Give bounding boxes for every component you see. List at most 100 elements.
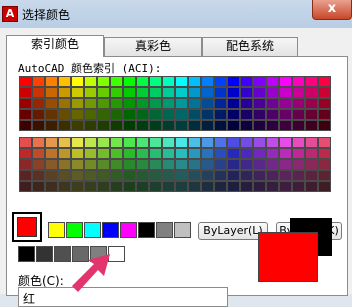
aci-swatch[interactable] [58,109,71,120]
aci-swatch[interactable] [123,137,136,148]
aci-swatch[interactable] [253,120,266,131]
tab-true-color[interactable]: 真彩色 [104,37,202,56]
aci-swatch[interactable] [162,170,175,181]
aci-swatch[interactable] [162,76,175,87]
aci-swatch[interactable] [292,137,305,148]
aci-swatch[interactable] [32,170,45,181]
aci-swatch[interactable] [279,109,292,120]
aci-swatch[interactable] [175,181,188,192]
aci-swatch[interactable] [227,98,240,109]
aci-swatch[interactable] [110,109,123,120]
aci-swatch[interactable] [188,109,201,120]
aci-swatch[interactable] [84,109,97,120]
aci-swatch[interactable] [201,181,214,192]
aci-swatch[interactable] [97,87,110,98]
aci-swatch[interactable] [240,148,253,159]
selected-color-swatch[interactable] [12,212,42,242]
aci-swatch[interactable] [201,87,214,98]
aci-swatch[interactable] [136,76,149,87]
aci-swatch[interactable] [71,159,84,170]
aci-swatch[interactable] [201,76,214,87]
aci-swatch[interactable] [110,98,123,109]
aci-swatch[interactable] [149,170,162,181]
aci-swatch[interactable] [32,98,45,109]
gray-color-swatch[interactable] [54,246,71,262]
color-input[interactable]: 红 [18,287,228,307]
aci-swatch[interactable] [110,170,123,181]
aci-swatch[interactable] [292,98,305,109]
aci-swatch[interactable] [305,137,318,148]
aci-swatch[interactable] [175,148,188,159]
aci-swatch[interactable] [136,120,149,131]
aci-swatch[interactable] [110,76,123,87]
aci-swatch[interactable] [292,170,305,181]
aci-swatch[interactable] [110,137,123,148]
aci-swatch[interactable] [279,120,292,131]
aci-swatch[interactable] [318,109,331,120]
aci-swatch[interactable] [214,87,227,98]
aci-swatch[interactable] [149,87,162,98]
aci-swatch[interactable] [45,120,58,131]
aci-swatch[interactable] [240,87,253,98]
aci-swatch[interactable] [162,159,175,170]
aci-swatch[interactable] [214,170,227,181]
close-button[interactable]: x [312,0,352,20]
aci-swatch[interactable] [58,137,71,148]
aci-swatch[interactable] [227,76,240,87]
aci-swatch[interactable] [45,137,58,148]
aci-swatch[interactable] [266,76,279,87]
aci-swatch[interactable] [318,98,331,109]
aci-swatch[interactable] [201,120,214,131]
aci-swatch[interactable] [279,159,292,170]
aci-swatch[interactable] [84,76,97,87]
aci-swatch[interactable] [227,87,240,98]
aci-swatch[interactable] [97,170,110,181]
aci-swatch[interactable] [240,137,253,148]
aci-swatch[interactable] [201,159,214,170]
aci-swatch[interactable] [123,120,136,131]
aci-swatch[interactable] [227,170,240,181]
aci-swatch[interactable] [318,148,331,159]
aci-swatch[interactable] [123,76,136,87]
aci-swatch[interactable] [253,170,266,181]
aci-swatch[interactable] [305,181,318,192]
aci-swatch[interactable] [149,98,162,109]
aci-swatch[interactable] [188,137,201,148]
aci-swatch[interactable] [84,87,97,98]
aci-swatch[interactable] [136,137,149,148]
aci-swatch[interactable] [97,159,110,170]
aci-swatch[interactable] [305,159,318,170]
aci-swatch[interactable] [188,159,201,170]
aci-swatch[interactable] [32,76,45,87]
aci-swatch[interactable] [84,148,97,159]
aci-swatch[interactable] [110,87,123,98]
aci-swatch[interactable] [188,76,201,87]
aci-swatch[interactable] [253,159,266,170]
aci-swatch[interactable] [279,148,292,159]
aci-swatch[interactable] [149,76,162,87]
aci-swatch[interactable] [292,109,305,120]
aci-swatch[interactable] [292,76,305,87]
standard-color-swatch[interactable] [120,222,137,238]
aci-swatch[interactable] [97,98,110,109]
standard-color-swatch[interactable] [138,222,155,238]
aci-swatch[interactable] [71,170,84,181]
aci-swatch[interactable] [162,109,175,120]
aci-swatch[interactable] [84,98,97,109]
aci-swatch[interactable] [240,170,253,181]
aci-swatch[interactable] [214,181,227,192]
aci-swatch[interactable] [305,170,318,181]
aci-swatch[interactable] [201,98,214,109]
aci-swatch[interactable] [45,148,58,159]
aci-swatch[interactable] [45,170,58,181]
aci-swatch[interactable] [123,109,136,120]
standard-color-swatch[interactable] [48,222,65,238]
aci-swatch[interactable] [175,87,188,98]
standard-color-swatch[interactable] [66,222,83,238]
aci-swatch[interactable] [253,98,266,109]
aci-swatch[interactable] [201,137,214,148]
aci-swatch[interactable] [266,159,279,170]
aci-swatch[interactable] [32,87,45,98]
aci-swatch[interactable] [84,170,97,181]
aci-swatch[interactable] [227,109,240,120]
